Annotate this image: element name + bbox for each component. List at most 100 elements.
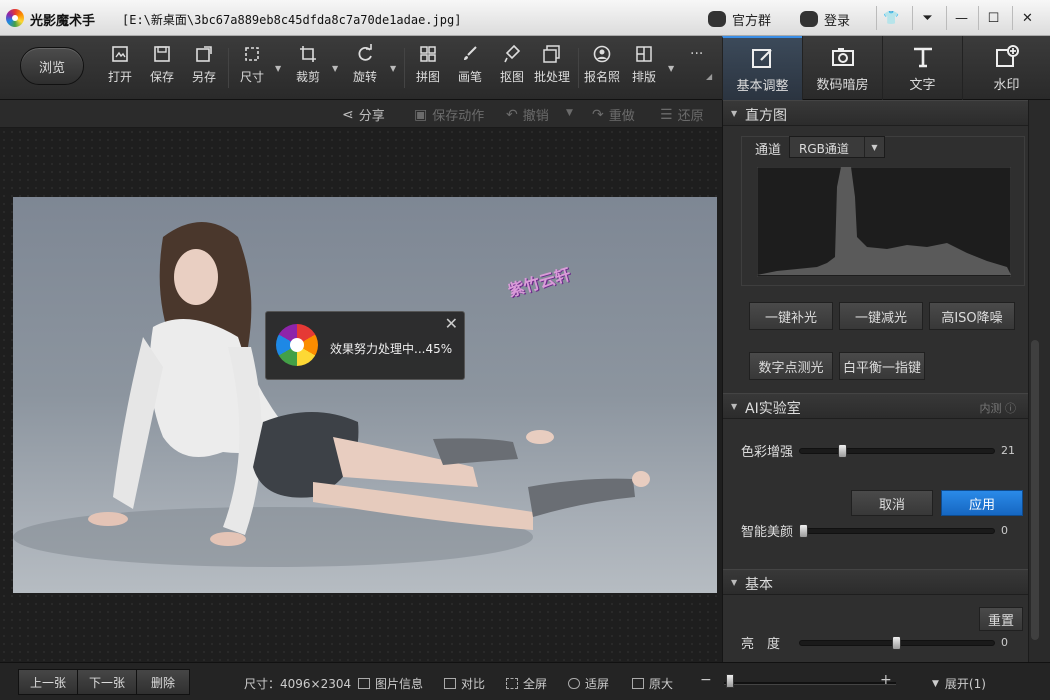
ai-lab-section-header[interactable]: ▼ AI实验室 内测 ⓘ (723, 393, 1028, 419)
minimize-button[interactable]: — (946, 6, 976, 30)
channel-select[interactable]: RGB通道 ▼ (789, 136, 885, 158)
share-icon: ⋖ (342, 106, 354, 123)
zoom-slider-thumb[interactable] (726, 674, 734, 688)
chevron-down-icon: ▼ (932, 678, 939, 689)
compare-icon (444, 678, 456, 689)
collage-icon (420, 46, 436, 62)
smart-beauty-slider-thumb[interactable] (799, 524, 808, 538)
channel-select-value: RGB通道 (799, 142, 849, 156)
color-enhance-slider-thumb[interactable] (838, 444, 847, 458)
original-size-icon (632, 678, 644, 689)
close-dialog-icon[interactable]: ✕ (445, 314, 458, 333)
color-enhance-value: 21 (1001, 444, 1015, 457)
save-action-label: 保存动作 (432, 109, 485, 124)
basic-section-header[interactable]: ▼ 基本 (723, 569, 1028, 595)
help-icon[interactable]: ⓘ (1005, 402, 1016, 415)
basic-title: 基本 (745, 577, 773, 593)
crop-dropdown-icon[interactable]: ▼ (332, 64, 338, 73)
id-photo-button[interactable]: 报名照 (582, 44, 622, 92)
maximize-button[interactable]: ☐ (978, 6, 1008, 30)
layout-button[interactable]: 排版 (624, 44, 664, 92)
white-balance-button[interactable]: 白平衡一指键 (839, 352, 925, 380)
brightness-slider-thumb[interactable] (892, 636, 901, 650)
prev-image-button[interactable]: 上一张 (18, 669, 78, 695)
app-window: 光影魔术手 [E:\新桌面\3bc67a889eb8c45dfda8c7a70d… (0, 0, 1050, 700)
channel-label: 通道 (755, 143, 782, 158)
tab-darkroom[interactable]: 数码暗房 (802, 36, 882, 100)
login-button[interactable]: 登录 (800, 8, 850, 30)
collage-button[interactable]: 拼图 (408, 44, 448, 92)
save-button[interactable]: 保存 (142, 44, 182, 92)
zoom-in-button[interactable]: + (880, 672, 892, 688)
color-enhance-slider[interactable] (799, 448, 995, 454)
delete-image-button[interactable]: 删除 (136, 669, 190, 695)
tab-text[interactable]: 文字 (882, 36, 962, 100)
smart-beauty-label: 智能美颜 (741, 525, 794, 540)
reset-button[interactable]: 重置 (979, 607, 1023, 631)
original-size-button[interactable]: 原大 (632, 675, 673, 692)
close-window-button[interactable]: ✕ (1012, 6, 1042, 30)
rotate-label: 旋转 (352, 70, 377, 84)
histogram-section-header[interactable]: ▼ 直方图 (723, 100, 1028, 126)
panel-scrollbar-thumb[interactable] (1031, 340, 1039, 640)
high-iso-denoise-button[interactable]: 高ISO降噪 (929, 302, 1015, 330)
browse-button[interactable]: 浏览 (20, 47, 84, 85)
undo-button[interactable]: ↶ 撤销 (506, 105, 549, 125)
image-canvas[interactable]: 紫竹云轩 (0, 128, 722, 662)
user-icon (800, 11, 818, 27)
save-action-button[interactable]: ▣ 保存动作 (414, 105, 485, 125)
cancel-button[interactable]: 取消 (851, 490, 933, 516)
rotate-dropdown-icon[interactable]: ▼ (390, 64, 396, 73)
tab-basic-adjust-label: 基本调整 (736, 78, 789, 94)
auto-reduce-light-button[interactable]: 一键减光 (839, 302, 923, 330)
crop-icon (300, 46, 316, 62)
histogram-title: 直方图 (745, 108, 787, 124)
expand-filmstrip-button[interactable]: ▼ 展开(1) (932, 675, 986, 692)
tab-basic-adjust[interactable]: 基本调整 (722, 36, 802, 100)
fit-screen-label: 适屏 (585, 677, 610, 691)
next-image-button[interactable]: 下一张 (77, 669, 137, 695)
undo-dropdown-icon[interactable]: ▼ (566, 108, 573, 118)
smart-beauty-slider[interactable] (799, 528, 995, 534)
auto-fill-light-button[interactable]: 一键补光 (749, 302, 833, 330)
layout-icon (636, 46, 652, 62)
restore-icon: ☰ (660, 106, 673, 123)
apply-button[interactable]: 应用 (941, 490, 1023, 516)
official-group-button[interactable]: 官方群 (708, 8, 771, 30)
zoom-out-button[interactable]: − (700, 672, 712, 688)
resize-dropdown-icon[interactable]: ▼ (275, 64, 281, 73)
rotate-button[interactable]: 旋转 (345, 44, 385, 92)
compare-button[interactable]: 对比 (444, 675, 485, 692)
restore-button[interactable]: ☰ 还原 (660, 105, 704, 125)
brush-button[interactable]: 画笔 (450, 44, 490, 92)
expand-corner-icon[interactable]: ◢ (706, 72, 712, 81)
brightness-value: 0 (1001, 636, 1008, 649)
layout-dropdown-icon[interactable]: ▼ (668, 64, 674, 73)
skin-button[interactable]: 👕 (876, 6, 906, 30)
share-button[interactable]: ⋖ 分享 (342, 105, 385, 125)
image-info-button[interactable]: 图片信息 (358, 675, 423, 692)
batch-button[interactable]: 批处理 (532, 44, 572, 92)
tab-watermark[interactable]: 水印 (962, 36, 1050, 100)
smart-beauty-value: 0 (1001, 524, 1008, 537)
fit-screen-button[interactable]: 适屏 (568, 675, 609, 692)
zoom-slider[interactable] (724, 682, 896, 685)
watermark-icon (995, 44, 1019, 67)
adjust-icon (751, 48, 772, 68)
save-as-button[interactable]: 另存 (184, 44, 224, 92)
save-action-icon: ▣ (414, 106, 428, 123)
redo-button[interactable]: ↷ 重做 (592, 105, 635, 125)
menu-button[interactable]: ⏷ (912, 6, 942, 30)
cutout-button[interactable]: 抠图 (492, 44, 532, 92)
open-button[interactable]: 打开 (100, 44, 140, 92)
main-toolbar: 浏览 打开 保存 另存 尺寸 ▼ 裁剪 ▼ 旋转 ▼ 拼图 画笔 抠图 批处理 … (0, 36, 722, 100)
digital-metering-button[interactable]: 数字点测光 (749, 352, 833, 380)
photo-figure (13, 222, 650, 567)
resize-button[interactable]: 尺寸 (232, 44, 272, 92)
more-tools-button[interactable]: ··· (690, 46, 703, 62)
crop-button[interactable]: 裁剪 (288, 44, 328, 92)
ai-lab-title: AI实验室 (745, 401, 801, 417)
color-enhance-label: 色彩增强 (741, 445, 794, 460)
fullscreen-button[interactable]: 全屏 (506, 675, 547, 692)
tab-darkroom-label: 数码暗房 (816, 77, 869, 93)
